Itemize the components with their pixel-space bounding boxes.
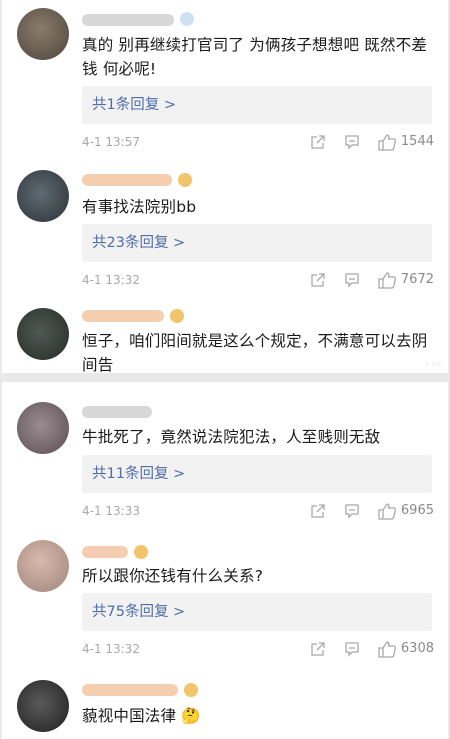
comment-text: 有事找法院别bb xyxy=(82,198,197,216)
like-count: 1544 xyxy=(400,134,434,149)
comment-text: 真的 别再继续打官司了 为俩孩子想想吧 既然不差钱 何必呢! xyxy=(82,36,428,78)
view-replies-link[interactable]: 共11条回复 > xyxy=(82,455,432,493)
avatar[interactable] xyxy=(17,308,69,360)
vip-badge-icon xyxy=(180,12,194,26)
share-icon[interactable] xyxy=(310,272,326,288)
comment-icon[interactable] xyxy=(344,272,360,288)
avatar[interactable] xyxy=(17,680,69,732)
avatar[interactable] xyxy=(17,402,69,454)
comment-time: 4-1 13:32 xyxy=(82,273,140,287)
comment-text: 所以跟你还钱有什么关系? xyxy=(82,567,264,585)
like-count: 6965 xyxy=(400,503,434,518)
thumbs-up-icon[interactable] xyxy=(378,503,396,520)
screenshot-panel-bottom: 牛批死了，竟然说法院犯法，人至贱则无敌 共11条回复 > 4-1 13:33 6… xyxy=(2,382,448,739)
vip-badge-icon xyxy=(184,683,198,697)
comment-text: 牛批死了，竟然说法院犯法，人至贱则无敌 xyxy=(82,428,381,446)
vip-badge-icon xyxy=(178,173,192,187)
username-blurred[interactable] xyxy=(82,546,128,558)
comment-text: 藐视中国法律 🤔 xyxy=(82,707,201,725)
view-replies-link[interactable]: 共1条回复 > xyxy=(82,86,432,124)
avatar[interactable] xyxy=(17,170,69,222)
username-blurred[interactable] xyxy=(82,14,174,26)
watermark: ◦◦◦ xyxy=(424,360,442,371)
comment-meta: 4-1 13:32 6308 xyxy=(82,639,434,659)
vip-badge-icon xyxy=(170,309,184,323)
share-icon[interactable] xyxy=(310,503,326,519)
comment-icon[interactable] xyxy=(344,503,360,519)
vip-badge-icon xyxy=(134,545,148,559)
like-count: 6308 xyxy=(400,641,434,656)
comment-time: 4-1 13:32 xyxy=(82,642,140,656)
comment-icon[interactable] xyxy=(344,134,360,150)
avatar[interactable] xyxy=(17,540,69,592)
thumbs-up-icon[interactable] xyxy=(378,641,396,658)
view-replies-link[interactable]: 共23条回复 > xyxy=(82,224,432,262)
thumbs-up-icon[interactable] xyxy=(378,272,396,289)
view-replies-link[interactable]: 共75条回复 > xyxy=(82,593,432,631)
screenshot-panel-top: 真的 别再继续打官司了 为俩孩子想想吧 既然不差钱 何必呢! 共1条回复 > 4… xyxy=(2,0,448,373)
comment-meta: 4-1 13:32 7672 xyxy=(82,270,434,290)
username-blurred[interactable] xyxy=(82,684,178,696)
comment-text: 恒子，咱们阳间就是这么个规定，不满意可以去阴间告 xyxy=(82,332,428,373)
comment-time: 4-1 13:57 xyxy=(82,135,140,149)
comment-icon[interactable] xyxy=(344,641,360,657)
share-icon[interactable] xyxy=(310,641,326,657)
comment-meta: 4-1 13:57 1544 xyxy=(82,132,434,152)
avatar[interactable] xyxy=(17,8,69,60)
share-icon[interactable] xyxy=(310,134,326,150)
username-blurred[interactable] xyxy=(82,310,164,322)
comment-time: 4-1 13:33 xyxy=(82,504,140,518)
thumbs-up-icon[interactable] xyxy=(378,134,396,151)
username-blurred[interactable] xyxy=(82,406,152,418)
username-blurred[interactable] xyxy=(82,174,172,186)
like-count: 7672 xyxy=(400,272,434,287)
comment-meta: 4-1 13:33 6965 xyxy=(82,501,434,521)
